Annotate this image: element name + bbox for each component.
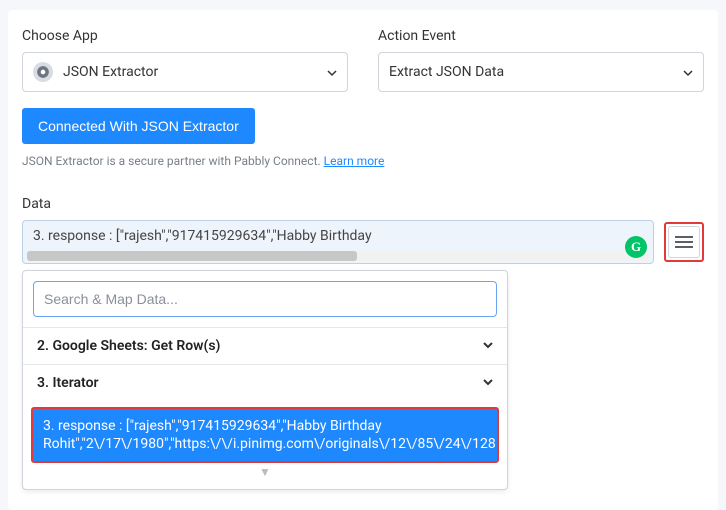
caret-down-icon [327, 63, 337, 82]
chevron-down-icon [483, 338, 493, 354]
selected-line: 3. response : ["rajesh","917415929634","… [43, 417, 487, 435]
action-event-select[interactable]: Extract JSON Data [378, 52, 704, 92]
data-mapper-dropdown: 2. Google Sheets: Get Row(s) 3. Iterator… [22, 270, 508, 490]
grammarly-icon: G [625, 236, 647, 258]
chevron-down-icon [483, 375, 493, 391]
action-step-card: Choose App JSON Extractor Action Event E… [8, 10, 718, 510]
search-wrapper [33, 281, 497, 317]
data-input-text: 3. response : ["rajesh","917415929634","… [33, 227, 643, 245]
action-event-value: Extract JSON Data [389, 64, 683, 80]
learn-more-link[interactable]: Learn more [324, 154, 385, 168]
highlight-selected-option: 3. response : ["rajesh","917415929634","… [31, 407, 499, 463]
highlight-menu-button [664, 222, 704, 262]
help-text: JSON Extractor is a secure partner with … [22, 154, 704, 168]
data-label: Data [22, 196, 704, 212]
json-extractor-icon [33, 62, 53, 82]
hamburger-icon [675, 235, 693, 249]
dropdown-step-item[interactable]: 2. Google Sheets: Get Row(s) [23, 327, 507, 364]
choose-app-value: JSON Extractor [63, 64, 327, 80]
scroll-down-indicator: ▼ [23, 463, 507, 481]
caret-down-icon [683, 63, 693, 82]
selected-line: Rohit","2\/17\/1980","https:\/\/i.pinimg… [43, 435, 487, 453]
scrollbar-thumb[interactable] [27, 251, 357, 261]
dropdown-selected-option[interactable]: 3. response : ["rajesh","917415929634","… [33, 409, 497, 461]
data-input[interactable]: 3. response : ["rajesh","917415929634","… [22, 220, 654, 264]
choose-app-select[interactable]: JSON Extractor [22, 52, 348, 92]
connected-button[interactable]: Connected With JSON Extractor [22, 108, 255, 144]
search-input[interactable] [44, 291, 486, 307]
horizontal-scrollbar[interactable] [27, 251, 649, 261]
dropdown-step-item[interactable]: 3. Iterator [23, 364, 507, 401]
dropdown-step-label: 3. Iterator [37, 375, 99, 391]
choose-app-label: Choose App [22, 28, 348, 44]
menu-button[interactable] [668, 226, 700, 258]
dropdown-step-label: 2. Google Sheets: Get Row(s) [37, 338, 220, 354]
action-event-label: Action Event [378, 28, 704, 44]
